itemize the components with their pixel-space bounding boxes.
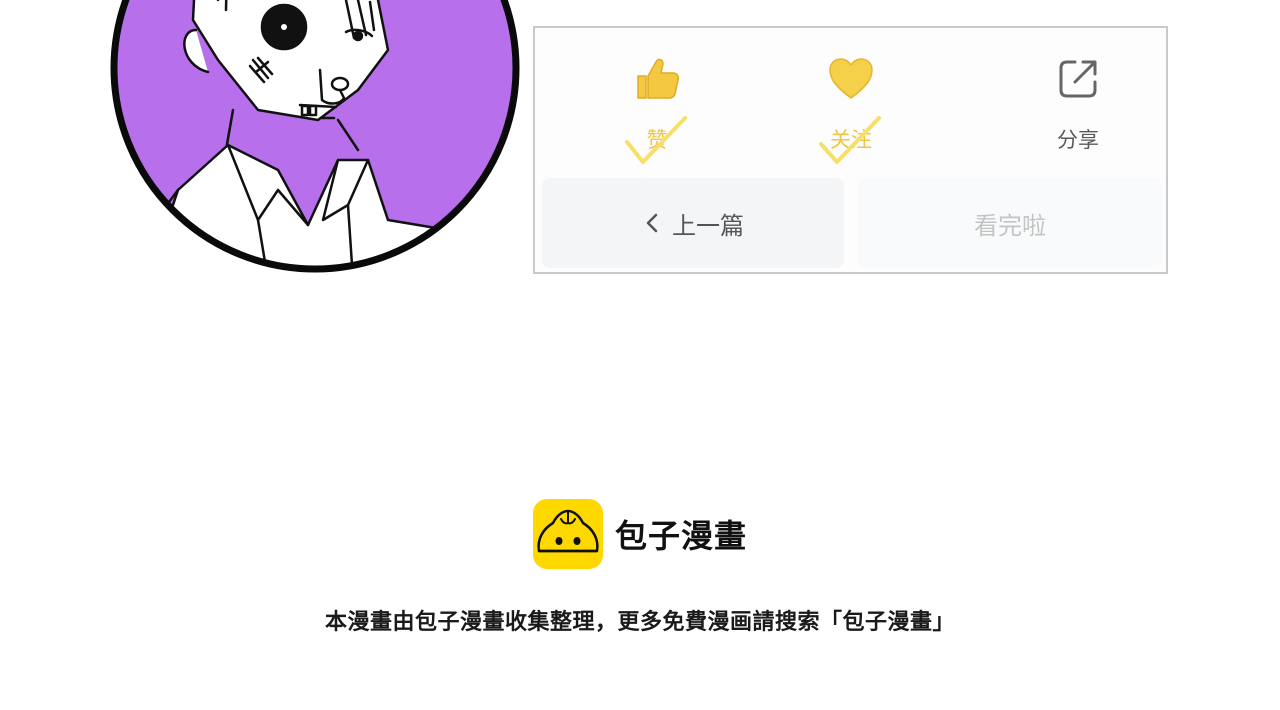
brand-name: 包子漫畫 — [615, 517, 748, 555]
finished-reading-button[interactable]: 看完啦 — [858, 178, 1162, 268]
check-mark-icon — [819, 116, 881, 164]
thumbs-up-icon — [632, 54, 682, 104]
footer-note: 本漫畫由包子漫畫收集整理，更多免費漫画請搜索「包子漫畫」 — [324, 610, 955, 635]
like-button[interactable]: 赞 — [602, 54, 712, 164]
share-label: 分享 — [1057, 128, 1099, 152]
check-mark-icon — [625, 116, 687, 164]
author-avatar — [108, 0, 522, 276]
avatar-illustration — [110, 0, 520, 273]
chevron-left-icon — [646, 213, 658, 233]
previous-chapter-button[interactable]: 上一篇 — [542, 178, 844, 268]
finished-reading-label: 看完啦 — [974, 211, 1046, 240]
brand: 包子漫畫 — [533, 499, 747, 569]
bun-logo-icon — [533, 499, 603, 569]
chapter-actions-panel: 赞 关注 分享 上一篇 看完啦 — [533, 26, 1168, 274]
share-button[interactable]: 分享 — [1023, 54, 1133, 154]
follow-button[interactable]: 关注 — [796, 54, 906, 164]
previous-chapter-label: 上一篇 — [672, 211, 744, 240]
heart-icon — [826, 54, 876, 104]
share-icon — [1053, 54, 1103, 104]
